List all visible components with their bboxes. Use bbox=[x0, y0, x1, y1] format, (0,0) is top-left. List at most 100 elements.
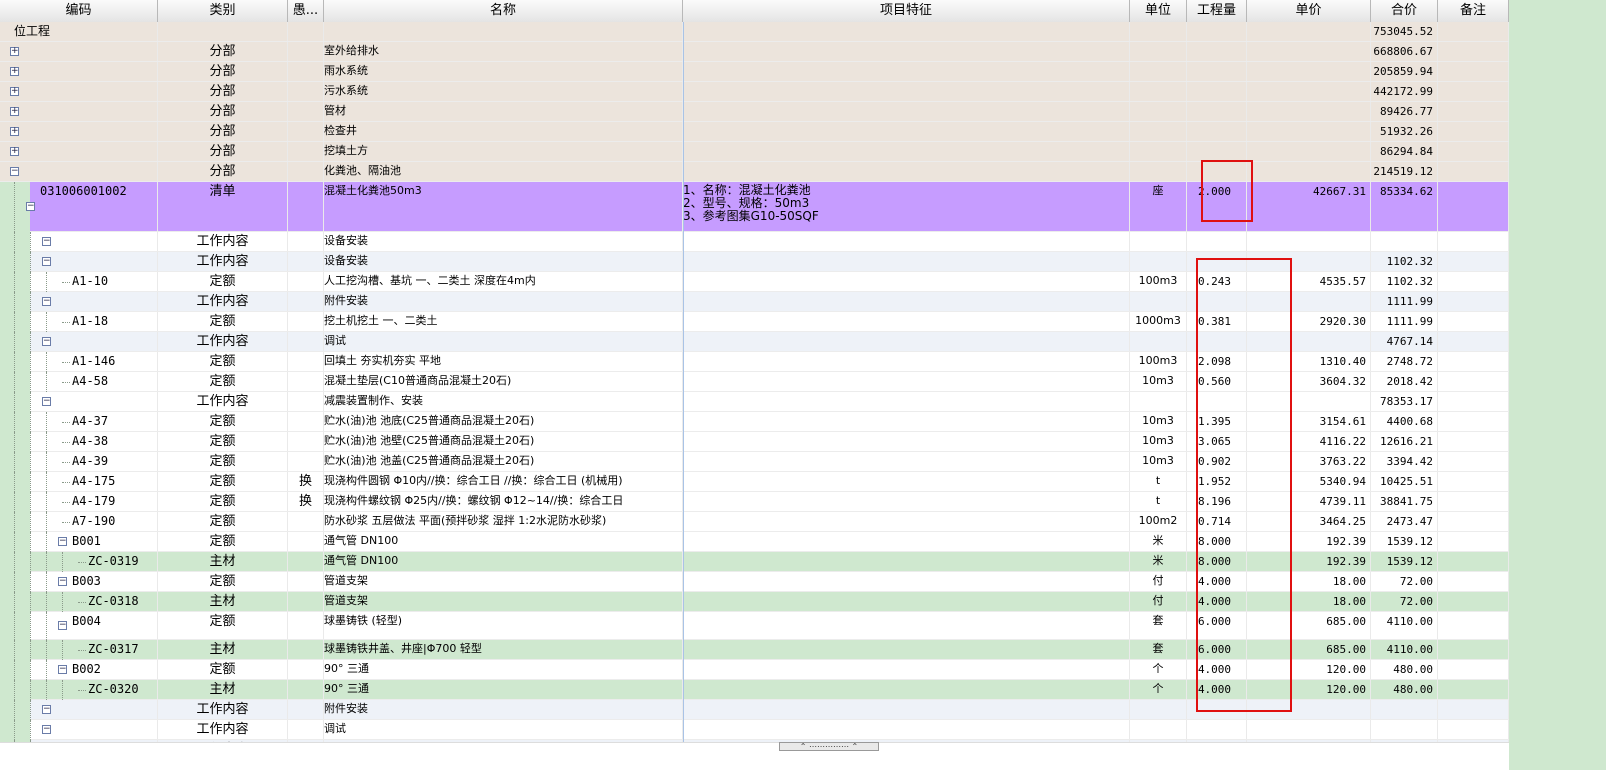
cell-code[interactable]: A1-146 bbox=[72, 352, 158, 371]
cell-flag[interactable] bbox=[288, 680, 324, 699]
cell-name[interactable]: 回填土 夯实机夯实 平地 bbox=[324, 352, 683, 371]
cell-qty[interactable]: 2.098 bbox=[1187, 352, 1247, 371]
cell-type[interactable]: 分部 bbox=[158, 142, 288, 161]
cell-price[interactable] bbox=[1247, 22, 1371, 41]
cell-price[interactable]: 5340.94 bbox=[1247, 472, 1371, 491]
cell-features[interactable] bbox=[683, 472, 1130, 491]
cell-total[interactable]: 480.00 bbox=[1371, 660, 1438, 679]
cell-name[interactable]: 管道支架 bbox=[324, 572, 683, 591]
quota-row[interactable]: A4-179 定额换现浇构件螺纹钢 Φ25内//换：螺纹钢 Φ12~14//换：综… bbox=[0, 492, 1509, 512]
quota-row[interactable]: A1-146 定额 回填土 夯实机夯实 平地 100m3 2.098 1310.40 274… bbox=[0, 352, 1509, 372]
cell-total[interactable]: 86294.84 bbox=[1371, 142, 1438, 161]
quota-row[interactable]: A4-38 定额 贮水(油)池 池壁(C25普通商品混凝土20石) 10m3 3.065… bbox=[0, 432, 1509, 452]
cell-name[interactable]: 现浇构件螺纹钢 Φ25内//换：螺纹钢 Φ12~14//换：综合工日 bbox=[324, 492, 683, 511]
cell-type[interactable]: 工作内容 bbox=[158, 232, 288, 251]
cell-type[interactable]: 主材 bbox=[158, 640, 288, 659]
work-content-row[interactable]: − 工作内容 附件安装 bbox=[0, 700, 1509, 720]
cell-unit[interactable] bbox=[1130, 392, 1187, 411]
cell-type[interactable]: 定额 bbox=[158, 352, 288, 371]
cell-flag[interactable] bbox=[288, 102, 324, 121]
cell-note[interactable] bbox=[1438, 572, 1509, 591]
cell-note[interactable] bbox=[1438, 312, 1509, 331]
cell-name[interactable]: 管道支架 bbox=[324, 592, 683, 611]
cell-price[interactable]: 18.00 bbox=[1247, 592, 1371, 611]
cell-type[interactable]: 分部 bbox=[158, 42, 288, 61]
cell-total[interactable]: 51932.26 bbox=[1371, 122, 1438, 141]
collapse-icon[interactable]: − bbox=[58, 665, 67, 674]
cell-note[interactable] bbox=[1438, 492, 1509, 511]
cell-name[interactable]: 管材 bbox=[324, 102, 683, 121]
cell-code[interactable]: A4-175 bbox=[72, 472, 158, 491]
cell-code[interactable]: ZC-0319 bbox=[88, 552, 158, 571]
header-unit-price[interactable]: 单价 bbox=[1247, 0, 1371, 22]
cell-flag[interactable] bbox=[288, 532, 324, 551]
cell-flag[interactable] bbox=[288, 232, 324, 251]
cell-qty[interactable]: 4.000 bbox=[1187, 680, 1247, 699]
cell-type[interactable]: 定额 bbox=[158, 532, 288, 551]
cell-unit[interactable]: 100m3 bbox=[1130, 352, 1187, 371]
cell-qty[interactable] bbox=[1187, 392, 1247, 411]
cell-features[interactable] bbox=[683, 142, 1130, 161]
cell-flag[interactable] bbox=[288, 312, 324, 331]
cell-note[interactable] bbox=[1438, 680, 1509, 699]
cell-flag[interactable] bbox=[288, 452, 324, 471]
cell-note[interactable] bbox=[1438, 22, 1509, 41]
cell-name[interactable]: 贮水(油)池 池壁(C25普通商品混凝土20石) bbox=[324, 432, 683, 451]
cell-features[interactable] bbox=[683, 372, 1130, 391]
summary-row[interactable]: + 分部 污水系统 442172.99 bbox=[0, 82, 1509, 102]
cell-price[interactable] bbox=[1247, 252, 1371, 271]
cell-code[interactable]: B003 bbox=[72, 572, 158, 591]
cell-features[interactable] bbox=[683, 660, 1130, 679]
expand-icon[interactable]: + bbox=[10, 67, 19, 76]
summary-row[interactable]: 位工程 753045.52 bbox=[0, 22, 1509, 42]
cell-total[interactable]: 668806.67 bbox=[1371, 42, 1438, 61]
quota-row[interactable]: A7-190 定额 防水砂浆 五层做法 平面(预拌砂浆 湿拌 1:2水泥防水砂浆) 1… bbox=[0, 512, 1509, 532]
cell-features[interactable] bbox=[683, 592, 1130, 611]
cell-code[interactable] bbox=[56, 720, 158, 739]
cell-note[interactable] bbox=[1438, 552, 1509, 571]
cell-code[interactable]: A4-37 bbox=[72, 412, 158, 431]
cell-features[interactable] bbox=[683, 122, 1130, 141]
cell-flag[interactable] bbox=[288, 372, 324, 391]
cell-code[interactable]: B001 bbox=[72, 532, 158, 551]
cell-flag[interactable] bbox=[288, 720, 324, 739]
cell-total[interactable]: 214519.12 bbox=[1371, 162, 1438, 181]
cell-unit[interactable]: 米 bbox=[1130, 532, 1187, 551]
cell-name[interactable]: 室外给排水 bbox=[324, 42, 683, 61]
cell-name[interactable]: 防水砂浆 五层做法 平面(预拌砂浆 湿拌 1:2水泥防水砂浆) bbox=[324, 512, 683, 531]
splitter-handle[interactable]: ⌃ ⋯⋯⋯⋯⋯ ⌃ bbox=[779, 742, 879, 751]
cell-flag[interactable] bbox=[288, 62, 324, 81]
cell-name[interactable]: 人工挖沟槽、基坑 一、二类土 深度在4m内 bbox=[324, 272, 683, 291]
cell-type[interactable]: 定额 bbox=[158, 412, 288, 431]
cell-code[interactable]: ZC-0320 bbox=[88, 680, 158, 699]
cell-price[interactable]: 4535.57 bbox=[1247, 272, 1371, 291]
header-features[interactable]: 项目特征 bbox=[683, 0, 1130, 22]
cell-name[interactable]: 调试 bbox=[324, 332, 683, 351]
cell-total[interactable]: 1102.32 bbox=[1371, 272, 1438, 291]
cell-name[interactable]: 球墨铸铁 (轻型) bbox=[324, 612, 683, 639]
cell-flag[interactable] bbox=[288, 162, 324, 181]
cell-price[interactable]: 192.39 bbox=[1247, 552, 1371, 571]
cell-name[interactable]: 挖土机挖土 一、二类土 bbox=[324, 312, 683, 331]
cell-qty[interactable]: 6.000 bbox=[1187, 640, 1247, 659]
collapse-icon[interactable]: − bbox=[58, 577, 67, 586]
cell-type[interactable]: 分部 bbox=[158, 162, 288, 181]
cell-features[interactable] bbox=[683, 332, 1130, 351]
cell-qty[interactable]: 1.952 bbox=[1187, 472, 1247, 491]
cell-qty[interactable] bbox=[1187, 42, 1247, 61]
summary-row[interactable]: + 分部 室外给排水 668806.67 bbox=[0, 42, 1509, 62]
cell-code[interactable] bbox=[56, 252, 158, 271]
cell-note[interactable] bbox=[1438, 332, 1509, 351]
cell-features[interactable] bbox=[683, 232, 1130, 251]
cell-price[interactable]: 3154.61 bbox=[1247, 412, 1371, 431]
cell-price[interactable]: 120.00 bbox=[1247, 680, 1371, 699]
cell-features[interactable] bbox=[683, 532, 1130, 551]
cell-type[interactable]: 定额 bbox=[158, 432, 288, 451]
cell-type[interactable]: 分部 bbox=[158, 82, 288, 101]
cell-code[interactable]: A4-38 bbox=[72, 432, 158, 451]
summary-row[interactable]: − 分部 化粪池、隔油池 214519.12 bbox=[0, 162, 1509, 182]
cell-type[interactable]: 分部 bbox=[158, 62, 288, 81]
cell-qty[interactable] bbox=[1187, 720, 1247, 739]
cell-type[interactable]: 清单 bbox=[158, 182, 288, 231]
collapse-icon[interactable]: − bbox=[42, 397, 51, 406]
